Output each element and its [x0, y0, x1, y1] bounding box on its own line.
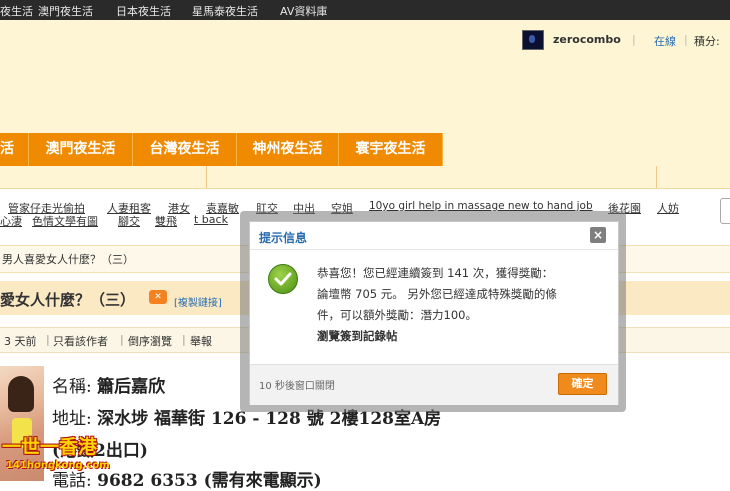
- watermark-logo: 一世一香港 141hongkong.com: [0, 432, 130, 481]
- hot-icon: ✕: [149, 290, 167, 304]
- avatar[interactable]: [522, 30, 544, 50]
- tag-link[interactable]: t back: [194, 213, 228, 226]
- top-nav-bar: 夜生活 澳門夜生活 日本夜生活 星馬泰夜生活 AV資料庫: [0, 0, 730, 20]
- tag-link[interactable]: 雙飛: [155, 213, 177, 229]
- divider: |: [632, 33, 636, 46]
- divider: |: [182, 333, 186, 346]
- divider: |: [120, 333, 124, 346]
- dialog-title: 提示信息: [259, 231, 308, 245]
- nav-tab-label: 澳門夜生活: [45, 141, 116, 157]
- nav-tab-taiwan[interactable]: 台灣夜生活: [133, 133, 237, 166]
- tag-link[interactable]: 人妨: [657, 200, 679, 216]
- address-label: 地址:: [52, 409, 92, 429]
- nav-tab[interactable]: 活: [0, 133, 29, 166]
- topnav-item[interactable]: 日本夜生活: [116, 3, 171, 19]
- phone-value: 9682 6353 (需有來電顯示): [97, 471, 322, 491]
- tag-link[interactable]: 心淒: [0, 213, 22, 229]
- nav-tab-label: 寰宇夜生活: [355, 141, 426, 157]
- main-nav: 活 澳門夜生活 台灣夜生活 神州夜生活 寰宇夜生活: [0, 133, 730, 166]
- nav-tab-china[interactable]: 神州夜生活: [237, 133, 339, 166]
- tag-link[interactable]: 色情文學有圖: [32, 213, 98, 229]
- message-line: 論壇幣 705 元。 另外您已經達成特殊獎勵的條: [317, 287, 557, 301]
- tag-link[interactable]: 腳交: [118, 213, 140, 229]
- nav-tab-label: 神州夜生活: [252, 141, 323, 157]
- dialog-message: 恭喜您！您已經連續簽到 141 次，獲得獎勵： 論壇幣 705 元。 另外您已經…: [317, 263, 607, 347]
- topnav-item[interactable]: 澳門夜生活: [38, 3, 93, 19]
- sub-nav-divider: [206, 166, 207, 188]
- watermark-text: 一世一香港: [2, 436, 98, 458]
- topnav-item[interactable]: 星馬泰夜生活: [192, 3, 258, 19]
- credits-label[interactable]: 積分:: [694, 33, 720, 49]
- confirm-button[interactable]: 確定: [558, 373, 607, 395]
- checkin-dialog: 提示信息 × 恭喜您！您已經連續簽到 141 次，獲得獎勵： 論壇幣 705 元…: [249, 221, 619, 405]
- breadcrumb-current[interactable]: 男人喜愛女人什麼？（三）: [2, 251, 134, 267]
- sub-nav: [0, 166, 730, 189]
- thread-title: 愛女人什麼？（三）: [0, 291, 136, 309]
- message-line: 恭喜您！您已經連續簽到 141 次，獲得獎勵：: [317, 266, 554, 280]
- divider: |: [46, 333, 50, 346]
- search-input[interactable]: [720, 198, 730, 224]
- nav-tab-label: 台灣夜生活: [149, 141, 220, 157]
- online-status[interactable]: 在線: [654, 33, 676, 49]
- dialog-footer: 10 秒後窗口關閉 確定: [250, 364, 618, 405]
- sub-nav-divider: [656, 166, 657, 188]
- watermark-url: 141hongkong.com: [6, 460, 110, 471]
- topnav-item[interactable]: 夜生活: [0, 3, 33, 19]
- message-line: 件，可以額外獎勵：潛力100。: [317, 308, 477, 322]
- name-label: 名稱:: [52, 377, 92, 397]
- divider: [250, 249, 618, 250]
- name-value: 簫后嘉欣: [97, 377, 166, 397]
- username-link[interactable]: zerocombo: [553, 33, 621, 46]
- nav-tab-world[interactable]: 寰宇夜生活: [339, 133, 443, 166]
- nav-tab-label: 活: [0, 141, 14, 157]
- post-time: 3 天前: [4, 335, 37, 348]
- only-author-link[interactable]: 只看該作者: [53, 333, 108, 349]
- checkin-record-link[interactable]: 瀏覽簽到記錄帖: [317, 326, 607, 347]
- report-link[interactable]: 舉報: [190, 333, 212, 349]
- reverse-order-link[interactable]: 倒序瀏覽: [128, 333, 172, 349]
- divider: |: [684, 33, 688, 46]
- address-value: 深水埗 福華街 126 - 128 號 2樓128室A房: [97, 409, 442, 429]
- nav-tab-macau[interactable]: 澳門夜生活: [29, 133, 133, 166]
- close-icon[interactable]: ×: [590, 227, 606, 243]
- success-check-icon: [268, 264, 298, 294]
- topnav-item[interactable]: AV資料庫: [280, 3, 327, 19]
- copy-link-button[interactable]: [複製鏈接]: [174, 294, 222, 309]
- countdown-text: 10 秒後窗口關閉: [259, 381, 335, 392]
